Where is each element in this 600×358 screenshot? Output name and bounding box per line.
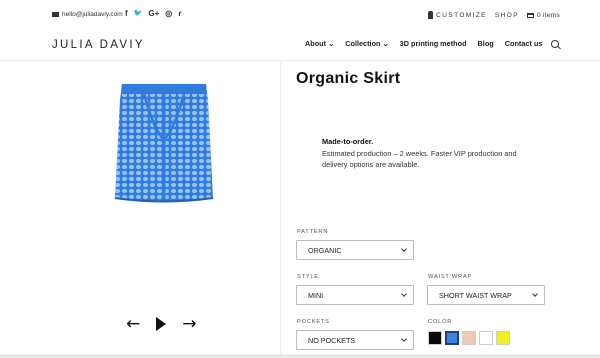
info-heading: Made-to-order. xyxy=(322,137,374,146)
style-value: MINI xyxy=(308,290,324,300)
next-arrow-icon[interactable]: → xyxy=(182,314,196,334)
cart-link[interactable]: 0 items xyxy=(526,11,560,19)
site-header: JULIA DAVIY About ⌄ Collection ⌄ 3D prin… xyxy=(0,30,600,61)
color-label: COLOR xyxy=(428,319,453,325)
instagram-icon[interactable]: ◎ xyxy=(165,9,172,19)
color-swatches xyxy=(428,331,510,345)
waist-wrap-value: SHORT WAIST WRAP xyxy=(439,290,512,300)
rss-icon[interactable]: ɾ xyxy=(178,9,181,19)
chevron-down-icon xyxy=(401,246,407,252)
gallery-controls: ← → xyxy=(126,314,197,334)
cart-icon xyxy=(526,12,534,18)
social-links: f 🐦 G+ ◎ ɾ xyxy=(125,9,181,19)
email-link[interactable]: hello@juliadaviy.com xyxy=(52,11,123,18)
nav-blog[interactable]: Blog xyxy=(478,39,494,48)
nav-contact-us[interactable]: Contact us xyxy=(505,39,543,48)
customize-label: CUSTOMIZE xyxy=(436,11,487,19)
color-swatch[interactable] xyxy=(428,331,442,345)
color-swatch[interactable] xyxy=(462,331,476,345)
pattern-value: ORGANIC xyxy=(308,245,342,255)
facebook-icon[interactable]: f xyxy=(125,9,128,19)
chevron-down-icon xyxy=(532,291,538,297)
person-icon xyxy=(428,11,434,19)
chevron-down-icon xyxy=(401,336,407,342)
waist-wrap-label: WAIST WRAP xyxy=(428,274,473,280)
play-icon[interactable] xyxy=(156,317,167,331)
main-nav: About ⌄ Collection ⌄ 3D printing method … xyxy=(305,39,542,48)
pockets-select[interactable]: NO POCKETS xyxy=(296,330,414,350)
customize-link[interactable]: CUSTOMIZE xyxy=(428,11,487,19)
search-icon[interactable] xyxy=(551,40,559,48)
style-select[interactable]: MINI xyxy=(296,285,414,305)
style-label: STYLE xyxy=(297,274,319,280)
pattern-select[interactable]: ORGANIC xyxy=(296,240,414,260)
google-plus-icon[interactable]: G+ xyxy=(148,9,159,19)
top-right-links: CUSTOMIZE SHOP 0 items xyxy=(428,11,560,19)
pockets-label: POCKETS xyxy=(297,319,330,325)
info-text: Estimated production – 2 weeks. Faster V… xyxy=(322,148,517,170)
color-swatch[interactable] xyxy=(496,331,510,345)
nav-about[interactable]: About ⌄ xyxy=(305,39,334,48)
previous-arrow-icon[interactable]: ← xyxy=(126,314,140,334)
site-logo[interactable]: JULIA DAVIY xyxy=(52,39,145,51)
nav-collection[interactable]: Collection ⌄ xyxy=(345,39,388,48)
email-text: hello@juliadaviy.com xyxy=(62,11,123,18)
production-info: Made-to-order. Estimated production – 2 … xyxy=(322,136,532,171)
color-swatch[interactable] xyxy=(445,331,459,345)
pockets-value: NO POCKETS xyxy=(308,335,356,345)
shop-link[interactable]: SHOP xyxy=(495,12,519,19)
chevron-down-icon xyxy=(401,291,407,297)
cart-label: 0 items xyxy=(536,11,560,19)
nav-3d-printing-method[interactable]: 3D printing method xyxy=(400,39,467,48)
column-divider xyxy=(280,62,281,354)
waist-wrap-select[interactable]: SHORT WAIST WRAP xyxy=(427,285,545,305)
color-swatch[interactable] xyxy=(479,331,493,345)
bottom-edge xyxy=(0,354,600,358)
mail-icon xyxy=(52,12,59,17)
product-title: Organic Skirt xyxy=(296,70,401,87)
pattern-label: PATTERN xyxy=(297,229,329,235)
top-bar: hello@juliadaviy.com f 🐦 G+ ◎ ɾ CUSTOMIZ… xyxy=(0,0,600,30)
product-image xyxy=(114,84,214,203)
twitter-icon[interactable]: 🐦 xyxy=(134,9,143,19)
